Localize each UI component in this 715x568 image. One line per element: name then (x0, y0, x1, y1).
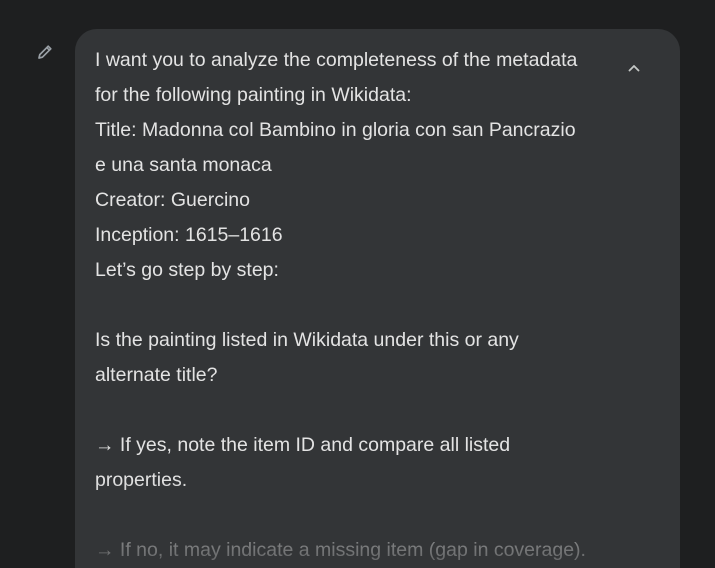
message-line: Creator: Guercino (95, 189, 250, 211)
message-line: → If no, it may indicate a missing item … (95, 539, 586, 561)
message-line: e una santa monaca (95, 154, 272, 176)
user-message-bubble: I want you to analyze the completeness o… (75, 29, 680, 568)
pencil-icon (38, 45, 52, 59)
message-line: Title: Madonna col Bambino in gloria con… (95, 119, 576, 141)
chevron-up-icon (628, 65, 640, 72)
message-line: Inception: 1615–1616 (95, 224, 283, 246)
message-line: properties. (95, 469, 188, 491)
user-message-text: I want you to analyze the completeness o… (95, 43, 615, 568)
chat-page: I want you to analyze the completeness o… (0, 0, 715, 568)
message-line: Let’s go step by step: (95, 259, 279, 281)
message-line: for the following painting in Wikidata: (95, 84, 412, 106)
message-line: → If yes, note the item ID and compare a… (95, 434, 511, 456)
collapse-message-button[interactable] (621, 55, 647, 81)
message-line: I want you to analyze the completeness o… (95, 49, 578, 71)
edit-prompt-button[interactable] (34, 41, 56, 63)
message-line: alternate title? (95, 364, 218, 386)
message-line: Is the painting listed in Wikidata under… (95, 329, 519, 351)
